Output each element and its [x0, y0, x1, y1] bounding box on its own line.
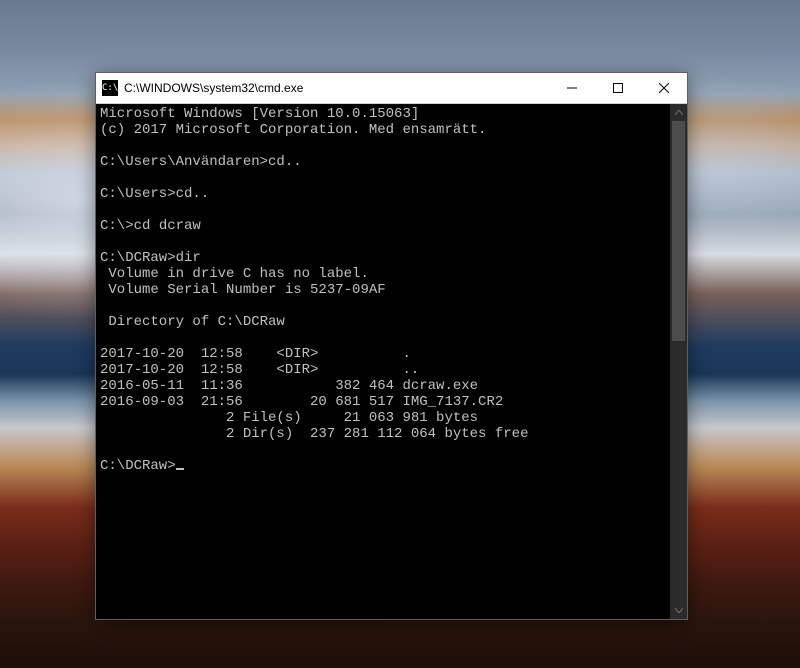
titlebar[interactable]: C:\ C:\WINDOWS\system32\cmd.exe	[96, 73, 687, 103]
maximize-button[interactable]	[595, 73, 641, 103]
client-area: Microsoft Windows [Version 10.0.15063] (…	[96, 104, 687, 619]
prompt-line: C:\>cd dcraw	[100, 218, 201, 234]
minimize-button[interactable]	[549, 73, 595, 103]
scroll-down-button[interactable]	[670, 602, 687, 619]
cmd-icon: C:\	[102, 80, 118, 96]
scrollbar[interactable]	[670, 104, 687, 619]
dir-serial: Volume Serial Number is 5237-09AF	[100, 282, 386, 298]
dir-entry: 2017-10-20 12:58 <DIR> .	[100, 346, 411, 362]
prompt-line: C:\DCRaw>dir	[100, 250, 201, 266]
cursor	[176, 468, 184, 470]
final-prompt: C:\DCRaw>	[100, 458, 176, 474]
dir-entry: 2016-09-03 21:56 20 681 517 IMG_7137.CR2	[100, 394, 503, 410]
cmd-window: C:\ C:\WINDOWS\system32\cmd.exe Microsof…	[95, 72, 688, 620]
window-title: C:\WINDOWS\system32\cmd.exe	[124, 81, 303, 95]
prompt-line: C:\Users\Användaren>cd..	[100, 154, 302, 170]
scroll-thumb[interactable]	[672, 121, 685, 341]
copyright-line: (c) 2017 Microsoft Corporation. Med ensa…	[100, 122, 486, 138]
dir-volume: Volume in drive C has no label.	[100, 266, 369, 282]
close-button[interactable]	[641, 73, 687, 103]
scroll-up-button[interactable]	[670, 104, 687, 121]
dir-summary-dirs: 2 Dir(s) 237 281 112 064 bytes free	[100, 426, 528, 442]
prompt-line: C:\Users>cd..	[100, 186, 209, 202]
version-line: Microsoft Windows [Version 10.0.15063]	[100, 106, 419, 122]
dir-entry: 2017-10-20 12:58 <DIR> ..	[100, 362, 419, 378]
terminal-output[interactable]: Microsoft Windows [Version 10.0.15063] (…	[96, 104, 670, 619]
dir-summary-files: 2 File(s) 21 063 981 bytes	[100, 410, 478, 426]
dir-entry: 2016-05-11 11:36 382 464 dcraw.exe	[100, 378, 478, 394]
dir-of: Directory of C:\DCRaw	[100, 314, 285, 330]
